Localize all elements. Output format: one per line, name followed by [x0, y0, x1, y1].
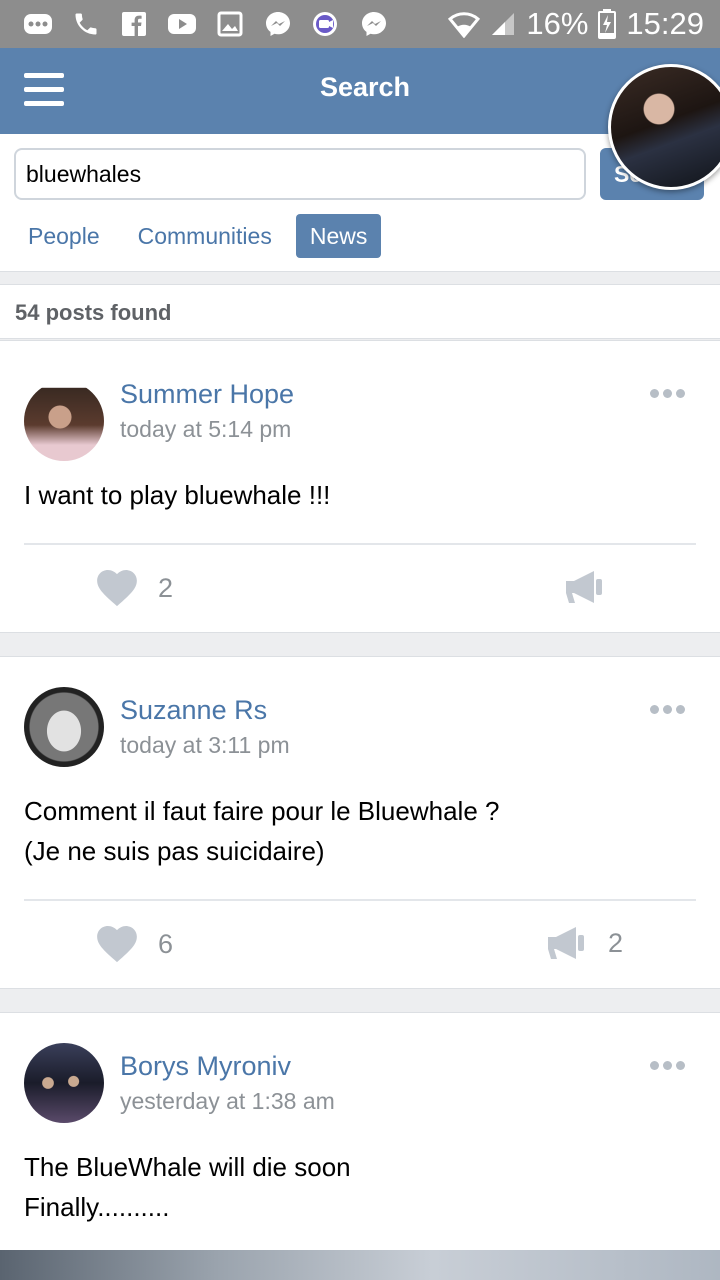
- results-header: 54 posts found: [0, 284, 720, 339]
- avatar[interactable]: [24, 1043, 104, 1123]
- more-options-icon[interactable]: [650, 1059, 686, 1071]
- battery-charging-icon: [598, 9, 617, 39]
- search-tabs: People Communities News: [14, 214, 382, 258]
- messenger-icon: [358, 9, 390, 39]
- post-time: today at 3:11 pm: [120, 732, 290, 758]
- video-call-icon: [310, 9, 342, 39]
- heart-icon: [97, 926, 137, 963]
- status-indicators: 16% 15:29: [448, 6, 704, 42]
- signal-icon: [490, 11, 516, 37]
- tab-news[interactable]: News: [295, 214, 382, 258]
- share-count: 2: [608, 927, 624, 958]
- post-card: Summer Hope today at 5:14 pm I want to p…: [0, 340, 720, 633]
- facebook-icon: [118, 9, 150, 39]
- share-button[interactable]: [564, 569, 604, 605]
- heart-icon: [97, 570, 137, 607]
- megaphone-icon: [548, 927, 584, 959]
- like-button[interactable]: 6: [96, 925, 173, 963]
- page-title: Search: [319, 72, 411, 102]
- gallery-icon: [214, 9, 246, 39]
- post-text: Comment il faut faire pour le Bluewhale …: [24, 796, 500, 866]
- messenger-icon: [262, 9, 294, 39]
- more-options-icon[interactable]: [650, 703, 686, 715]
- youtube-icon: [166, 9, 198, 39]
- post-author[interactable]: Suzanne Rs: [120, 695, 267, 726]
- post-text: I want to play bluewhale !!!: [24, 480, 331, 510]
- divider: [24, 899, 696, 901]
- post-image[interactable]: [0, 1250, 720, 1280]
- post-author[interactable]: Summer Hope: [120, 379, 294, 410]
- search-panel: Search People Communities News: [0, 134, 720, 272]
- clock: 15:29: [626, 6, 704, 41]
- wifi-icon: [448, 10, 481, 38]
- search-input[interactable]: [14, 148, 586, 200]
- post-time: yesterday at 1:38 am: [120, 1088, 335, 1114]
- post-time: today at 5:14 pm: [120, 416, 292, 442]
- tab-people[interactable]: People: [14, 214, 114, 258]
- status-bar: 16% 15:29: [0, 0, 720, 48]
- post-text: The BlueWhale will die soon Finally.....…: [24, 1152, 351, 1222]
- results-count: 54 posts found: [15, 300, 172, 325]
- avatar[interactable]: [24, 687, 104, 767]
- like-count: 2: [158, 572, 174, 603]
- more-icon: [22, 9, 54, 39]
- phone-icon: [70, 9, 102, 39]
- megaphone-icon: [566, 571, 602, 603]
- tab-communities[interactable]: Communities: [124, 214, 286, 258]
- battery-percent: 16%: [526, 6, 589, 41]
- more-options-icon[interactable]: [650, 387, 686, 399]
- post-card: Suzanne Rs today at 3:11 pm Comment il f…: [0, 656, 720, 989]
- like-button[interactable]: 2: [96, 569, 173, 607]
- share-button[interactable]: 2: [546, 925, 623, 961]
- notification-icons: [22, 9, 390, 39]
- like-count: 6: [158, 928, 174, 959]
- post-card: Borys Myroniv yesterday at 1:38 am The B…: [0, 1012, 720, 1280]
- divider: [24, 543, 696, 545]
- post-author[interactable]: Borys Myroniv: [120, 1051, 291, 1082]
- avatar[interactable]: [24, 381, 104, 461]
